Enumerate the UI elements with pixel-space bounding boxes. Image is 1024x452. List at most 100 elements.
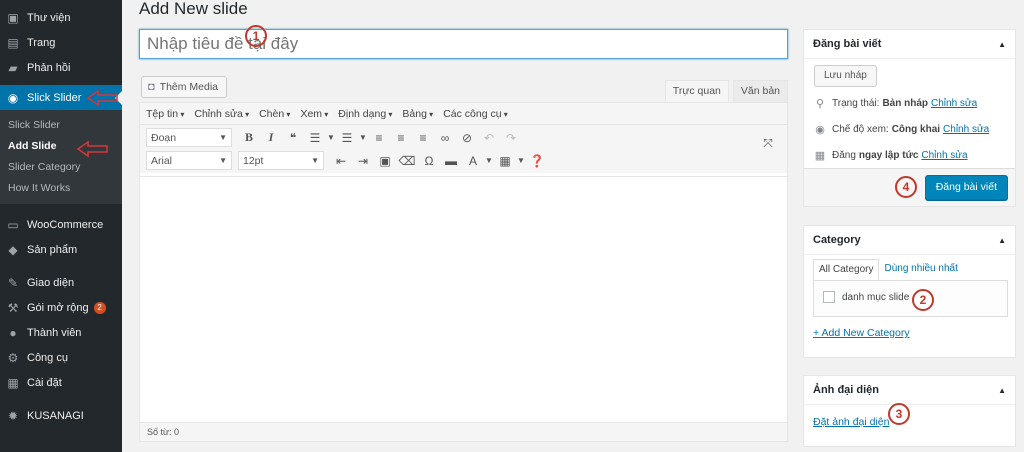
- menu-woocommerce[interactable]: ▭ WooCommerce: [0, 212, 122, 237]
- menu-media[interactable]: ▣ Thư viện: [0, 5, 122, 30]
- align-right-icon[interactable]: ≡: [412, 128, 434, 148]
- eye-icon: ◉: [815, 124, 825, 136]
- visibility-label: Chế độ xem:: [832, 124, 889, 135]
- category-box-header: Category ▲: [804, 226, 1015, 255]
- menu-tools[interactable]: Các công cụ: [443, 108, 508, 120]
- chevron-down-icon[interactable]: ▼: [516, 151, 526, 171]
- menu-file[interactable]: Tệp tin: [146, 108, 184, 120]
- tab-text[interactable]: Văn bản: [732, 80, 788, 102]
- format-select[interactable]: Đoạn ▼: [146, 128, 232, 147]
- add-new-category-link[interactable]: + Add New Category: [813, 327, 910, 339]
- menu-format[interactable]: Định dạng: [338, 108, 392, 120]
- tab-most-used[interactable]: Dùng nhiều nhất: [879, 259, 962, 281]
- font-select[interactable]: Arial ▼: [146, 151, 232, 170]
- menu-appearance[interactable]: ✎ Giao diện: [0, 270, 122, 295]
- user-icon: ●: [9, 325, 17, 340]
- menu-comments-label: Phản hồi: [27, 61, 71, 74]
- italic-icon[interactable]: I: [260, 128, 282, 148]
- annotation-4: 4: [895, 176, 917, 198]
- bullet-list-icon[interactable]: ☰: [304, 128, 326, 148]
- status-label: Trạng thái:: [832, 98, 880, 109]
- edit-visibility-link[interactable]: Chỉnh sửa: [943, 124, 989, 135]
- post-status: ⚲ Trạng thái: Bản nháp Chỉnh sửa: [813, 97, 977, 110]
- link-icon[interactable]: ∞: [434, 128, 456, 148]
- menu-pages-label: Trang: [27, 36, 56, 49]
- page-icon: ▤: [7, 35, 19, 50]
- tab-visual[interactable]: Trực quan: [664, 80, 729, 102]
- word-count: Số từ: 0: [140, 422, 787, 441]
- chevron-down-icon[interactable]: ▼: [326, 128, 336, 148]
- menu-users[interactable]: ● Thành viên: [0, 320, 122, 345]
- fullscreen-icon[interactable]: ⤧: [757, 133, 779, 153]
- woo-icon: ▭: [7, 217, 19, 232]
- collapse-up-icon[interactable]: ▲: [998, 386, 1006, 395]
- chevron-down-icon[interactable]: ▼: [358, 128, 368, 148]
- help-icon[interactable]: ❓: [526, 151, 548, 171]
- annotation-arrow-icon: [86, 89, 118, 107]
- align-center-icon[interactable]: ≡: [390, 128, 412, 148]
- save-draft-button[interactable]: Lưu nháp: [814, 65, 877, 87]
- outdent-icon[interactable]: ⇤: [330, 151, 352, 171]
- status-value: Bản nháp: [882, 98, 928, 109]
- paste-text-icon[interactable]: ▣: [374, 151, 396, 171]
- schedule-value: ngay lập tức: [858, 150, 919, 161]
- publish-button[interactable]: Đăng bài viết: [924, 175, 1008, 200]
- menu-comments[interactable]: ▰ Phản hồi: [0, 55, 122, 80]
- menu-edit[interactable]: Chỉnh sửa: [194, 108, 249, 120]
- tab-all-category[interactable]: All Category: [813, 259, 880, 281]
- hr-icon[interactable]: ▬: [440, 151, 462, 171]
- submenu-slick-slider[interactable]: Slick Slider: [0, 115, 122, 136]
- redo-icon[interactable]: ↷: [500, 128, 522, 148]
- special-char-icon[interactable]: Ω: [418, 151, 440, 171]
- collapse-up-icon[interactable]: ▲: [998, 40, 1006, 49]
- slider-icon: ◉: [7, 90, 19, 105]
- menu-media-label: Thư viện: [27, 11, 71, 24]
- indent-icon[interactable]: ⇥: [352, 151, 374, 171]
- menu-tools[interactable]: ⚙ Công cụ: [0, 345, 122, 370]
- menu-pages[interactable]: ▤ Trang: [0, 30, 122, 55]
- format-select-value: Đoạn: [151, 131, 177, 144]
- category-checkbox[interactable]: [823, 291, 835, 303]
- collapse-up-icon[interactable]: ▲: [998, 236, 1006, 245]
- menu-plugins[interactable]: ⚒ Gói mở rộng 2: [0, 295, 122, 320]
- unlink-icon[interactable]: ⊘: [456, 128, 478, 148]
- align-left-icon[interactable]: ≡: [368, 128, 390, 148]
- edit-status-link[interactable]: Chỉnh sửa: [931, 98, 977, 109]
- category-item: danh mục slide: [823, 291, 909, 303]
- numbered-list-icon[interactable]: ☰: [336, 128, 358, 148]
- edit-schedule-link[interactable]: Chỉnh sửa: [921, 150, 967, 161]
- submenu-slider-category[interactable]: Slider Category: [0, 157, 122, 178]
- submenu-how-it-works[interactable]: How It Works: [0, 178, 122, 199]
- camera-icon: ◘: [148, 81, 155, 93]
- table-icon[interactable]: ▦: [494, 151, 516, 171]
- comment-icon: ▰: [8, 60, 18, 75]
- add-media-button[interactable]: ◘ Thêm Media: [141, 76, 228, 98]
- chevron-down-icon[interactable]: ▼: [484, 151, 494, 171]
- menu-plugins-label: Gói mở rộng: [27, 301, 89, 314]
- text-color-icon[interactable]: A: [462, 151, 484, 171]
- undo-icon[interactable]: ↶: [478, 128, 500, 148]
- menu-settings[interactable]: ▦ Cài đặt: [0, 370, 122, 395]
- menu-table[interactable]: Bảng: [402, 108, 433, 120]
- menu-products[interactable]: ◆ Sản phẩm: [0, 237, 122, 262]
- publish-heading: Đăng bài viết: [813, 38, 882, 50]
- page-title: Add New slide: [139, 0, 248, 18]
- editor-toolbar-2: Arial ▼ 12pt ▼ ⇤ ⇥ ▣ ⌫ Ω ▬ A ▼ ▦ ▼ ❓: [140, 148, 787, 173]
- category-box: Category ▲ All Category Dùng nhiều nhất …: [803, 225, 1016, 358]
- blockquote-icon[interactable]: ❝: [282, 128, 304, 148]
- calendar-icon: ▦: [814, 150, 826, 162]
- menu-kusanagi-label: KUSANAGI: [27, 409, 84, 422]
- menu-kusanagi[interactable]: ✹ KUSANAGI: [0, 403, 122, 428]
- set-featured-image-link[interactable]: Đặt ảnh đại diện: [813, 416, 889, 428]
- post-visibility: ◉ Chế độ xem: Công khai Chỉnh sửa: [813, 123, 989, 136]
- editor-body[interactable]: [140, 176, 787, 422]
- title-input[interactable]: [139, 29, 788, 59]
- font-size-select[interactable]: 12pt ▼: [238, 151, 324, 170]
- publish-box-header: Đăng bài viết ▲: [804, 30, 1015, 59]
- bold-icon[interactable]: B: [238, 128, 260, 148]
- brush-icon: ✎: [7, 275, 19, 290]
- visibility-value: Công khai: [891, 124, 941, 135]
- clear-format-icon[interactable]: ⌫: [396, 151, 418, 171]
- menu-insert[interactable]: Chèn: [259, 108, 290, 120]
- menu-view[interactable]: Xem: [300, 108, 328, 120]
